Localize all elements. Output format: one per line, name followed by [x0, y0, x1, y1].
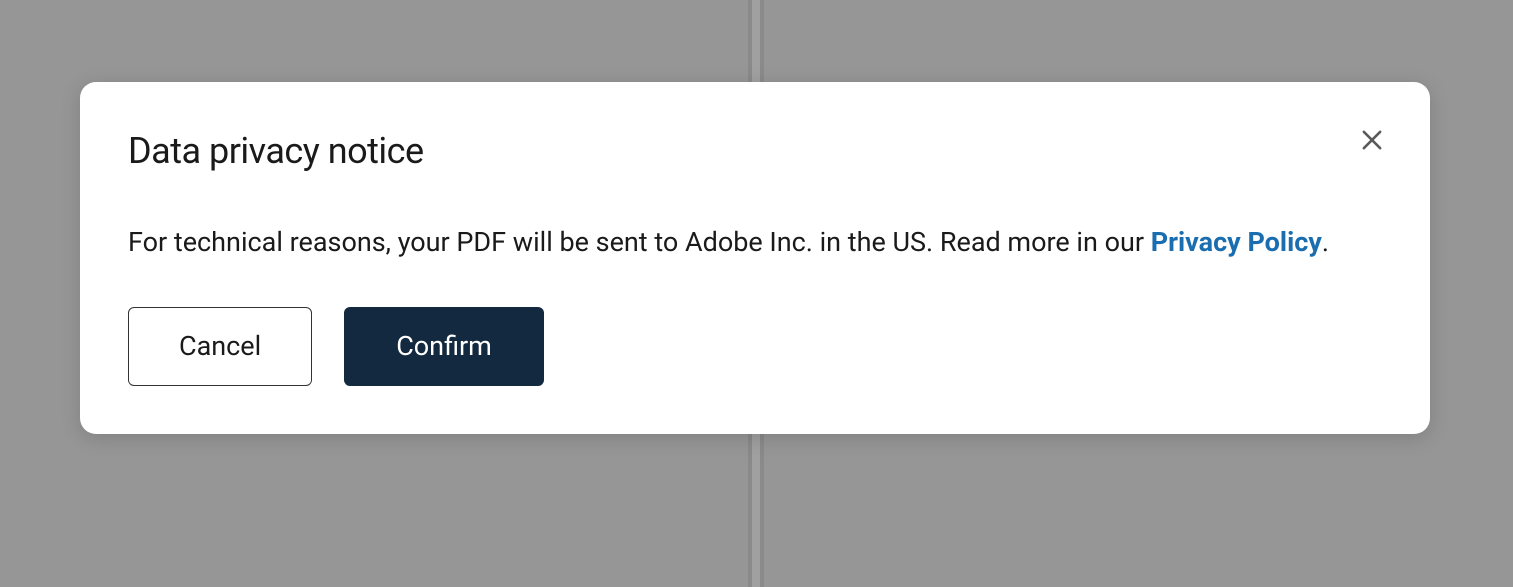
cancel-button[interactable]: Cancel: [128, 307, 312, 386]
modal-footer: Cancel Confirm: [128, 307, 1382, 386]
modal-title: Data privacy notice: [128, 130, 424, 172]
confirm-button[interactable]: Confirm: [344, 307, 544, 386]
modal-body: For technical reasons, your PDF will be …: [128, 220, 1382, 265]
privacy-policy-link[interactable]: Privacy Policy: [1151, 226, 1322, 258]
close-button[interactable]: [1354, 122, 1390, 161]
modal-header: Data privacy notice: [128, 130, 1382, 172]
close-icon: [1358, 126, 1386, 157]
privacy-notice-modal: Data privacy notice For technical reason…: [80, 82, 1430, 434]
body-text-before-link: For technical reasons, your PDF will be …: [128, 226, 1151, 258]
body-text-after-link: .: [1322, 226, 1329, 258]
